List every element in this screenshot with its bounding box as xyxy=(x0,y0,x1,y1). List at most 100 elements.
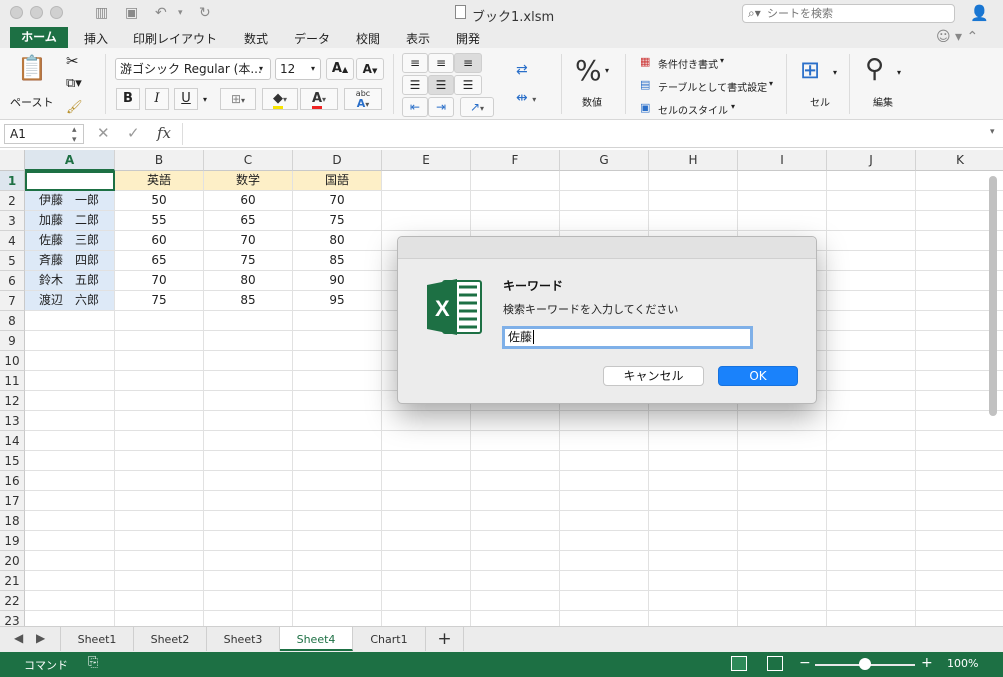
cell-i14[interactable] xyxy=(738,431,827,451)
column-header-d[interactable]: D xyxy=(293,150,382,171)
cell-f18[interactable] xyxy=(471,511,560,531)
row-header-8[interactable]: 8 xyxy=(0,311,25,331)
undo-dropdown-icon[interactable]: ▾ xyxy=(178,5,183,21)
cell-i2[interactable] xyxy=(738,191,827,211)
tab-formulas[interactable]: 数式 xyxy=(244,30,268,47)
copy-icon[interactable]: ⧉▾ xyxy=(66,76,82,91)
cell-h19[interactable] xyxy=(649,531,738,551)
cell-g16[interactable] xyxy=(560,471,649,491)
cell-b7[interactable]: 75 xyxy=(115,291,204,311)
column-header-i[interactable]: I xyxy=(738,150,827,171)
cell-k15[interactable] xyxy=(916,451,1003,471)
cell-j9[interactable] xyxy=(827,331,916,351)
align-left-icon[interactable]: ☰ xyxy=(402,75,428,95)
row-header-15[interactable]: 15 xyxy=(0,451,25,471)
cell-a2[interactable]: 伊藤 一郎 xyxy=(25,191,115,211)
paste-icon[interactable]: 📋 xyxy=(8,54,56,94)
cell-k22[interactable] xyxy=(916,591,1003,611)
cell-j11[interactable] xyxy=(827,371,916,391)
cell-e18[interactable] xyxy=(382,511,471,531)
cell-f16[interactable] xyxy=(471,471,560,491)
cell-f15[interactable] xyxy=(471,451,560,471)
cell-j2[interactable] xyxy=(827,191,916,211)
cell-d10[interactable] xyxy=(293,351,382,371)
cell-d8[interactable] xyxy=(293,311,382,331)
font-name-chevron-down-icon[interactable]: ▾ xyxy=(259,64,263,73)
font-color-icon[interactable]: A▾ xyxy=(300,88,338,110)
align-right-icon[interactable]: ☰ xyxy=(454,75,482,95)
tab-data[interactable]: データ xyxy=(294,30,330,47)
cell-j17[interactable] xyxy=(827,491,916,511)
cell-e22[interactable] xyxy=(382,591,471,611)
cell-a19[interactable] xyxy=(25,531,115,551)
prev-sheet-icon[interactable]: ◀ xyxy=(14,631,23,645)
select-all-corner[interactable] xyxy=(0,150,25,171)
decrease-indent-icon[interactable]: ⇤ xyxy=(402,97,428,117)
cell-f19[interactable] xyxy=(471,531,560,551)
cell-c19[interactable] xyxy=(204,531,293,551)
cell-d20[interactable] xyxy=(293,551,382,571)
row-header-13[interactable]: 13 xyxy=(0,411,25,431)
cell-g23[interactable] xyxy=(560,611,649,626)
cell-e19[interactable] xyxy=(382,531,471,551)
cell-k14[interactable] xyxy=(916,431,1003,451)
row-header-1[interactable]: 1 xyxy=(0,171,25,191)
cell-h17[interactable] xyxy=(649,491,738,511)
cell-d2[interactable]: 70 xyxy=(293,191,382,211)
close-window-button[interactable] xyxy=(10,6,23,19)
page-layout-view-icon[interactable] xyxy=(767,656,783,671)
cell-d7[interactable]: 95 xyxy=(293,291,382,311)
cell-i13[interactable] xyxy=(738,411,827,431)
cell-j18[interactable] xyxy=(827,511,916,531)
minimize-window-button[interactable] xyxy=(30,6,43,19)
cell-i17[interactable] xyxy=(738,491,827,511)
cell-c17[interactable] xyxy=(204,491,293,511)
cell-a7[interactable]: 渡辺 六郎 xyxy=(25,291,115,311)
cell-c5[interactable]: 75 xyxy=(204,251,293,271)
cell-g3[interactable] xyxy=(560,211,649,231)
cell-g13[interactable] xyxy=(560,411,649,431)
cell-c4[interactable]: 70 xyxy=(204,231,293,251)
cell-b10[interactable] xyxy=(115,351,204,371)
cell-a5[interactable]: 斉藤 四郎 xyxy=(25,251,115,271)
zoom-window-button[interactable] xyxy=(50,6,63,19)
cell-a22[interactable] xyxy=(25,591,115,611)
macro-record-icon[interactable]: ⎘ xyxy=(88,655,98,670)
find-magnifier-icon[interactable]: ⚲ xyxy=(865,54,884,84)
cell-i16[interactable] xyxy=(738,471,827,491)
cell-d17[interactable] xyxy=(293,491,382,511)
cell-c2[interactable]: 60 xyxy=(204,191,293,211)
cell-f3[interactable] xyxy=(471,211,560,231)
zoom-out-button[interactable]: − xyxy=(799,655,811,671)
align-top-icon[interactable]: ≡ xyxy=(402,53,428,73)
row-header-10[interactable]: 10 xyxy=(0,351,25,371)
cell-f17[interactable] xyxy=(471,491,560,511)
cell-i1[interactable] xyxy=(738,171,827,191)
increase-indent-icon[interactable]: ⇥ xyxy=(428,97,454,117)
sheet-tab-sheet1[interactable]: Sheet1 xyxy=(60,627,134,651)
cell-j7[interactable] xyxy=(827,291,916,311)
row-header-5[interactable]: 5 xyxy=(0,251,25,271)
cell-h15[interactable] xyxy=(649,451,738,471)
cell-f13[interactable] xyxy=(471,411,560,431)
format-painter-icon[interactable]: 🖌 xyxy=(66,100,83,115)
cell-a11[interactable] xyxy=(25,371,115,391)
cell-b21[interactable] xyxy=(115,571,204,591)
cell-b6[interactable]: 70 xyxy=(115,271,204,291)
row-header-4[interactable]: 4 xyxy=(0,231,25,251)
cell-a15[interactable] xyxy=(25,451,115,471)
cell-e15[interactable] xyxy=(382,451,471,471)
cells-chevron-down-icon[interactable]: ▾ xyxy=(833,68,837,77)
cut-icon[interactable]: ✂ xyxy=(66,52,79,70)
cell-a14[interactable] xyxy=(25,431,115,451)
cell-j19[interactable] xyxy=(827,531,916,551)
cell-c9[interactable] xyxy=(204,331,293,351)
align-bottom-icon[interactable]: ≡ xyxy=(454,53,482,73)
column-header-g[interactable]: G xyxy=(560,150,649,171)
underline-chevron-down-icon[interactable]: ▾ xyxy=(203,95,207,104)
phonetic-guide-icon[interactable]: abc A▾ xyxy=(344,88,382,110)
row-header-12[interactable]: 12 xyxy=(0,391,25,411)
cell-a9[interactable] xyxy=(25,331,115,351)
cell-b22[interactable] xyxy=(115,591,204,611)
bold-button[interactable]: B xyxy=(116,88,140,110)
